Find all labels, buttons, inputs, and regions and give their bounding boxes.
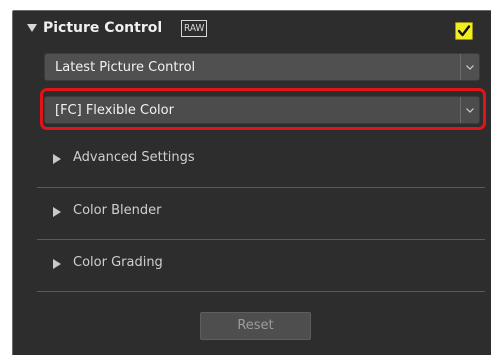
dropdown-selected-value: Latest Picture Control <box>55 60 196 75</box>
section-label: Color Grading <box>73 255 163 270</box>
enable-checkbox[interactable] <box>455 22 473 40</box>
raw-badge: RAW <box>181 20 208 37</box>
chevron-down-icon <box>466 65 474 70</box>
collapse-triangle-icon[interactable] <box>27 24 37 32</box>
highlight-outline <box>40 88 486 130</box>
picture-control-header[interactable]: Picture Control RAW <box>13 11 492 49</box>
divider <box>37 291 485 292</box>
expand-triangle-icon[interactable] <box>53 259 61 269</box>
section-label: Color Blender <box>73 203 162 218</box>
picture-control-panel: Picture Control RAW Latest Picture Contr… <box>12 10 491 355</box>
reset-button[interactable]: Reset <box>200 312 311 340</box>
divider <box>37 187 485 188</box>
checkmark-icon <box>457 25 471 37</box>
picture-control-mode-dropdown[interactable]: Latest Picture Control <box>44 53 480 81</box>
divider <box>37 239 485 240</box>
section-advanced-settings[interactable]: Advanced Settings <box>13 144 492 174</box>
section-color-blender[interactable]: Color Blender <box>13 197 492 227</box>
dropdown-chevron[interactable] <box>460 54 479 80</box>
section-label: Advanced Settings <box>73 150 195 165</box>
section-color-grading[interactable]: Color Grading <box>13 249 492 279</box>
expand-triangle-icon[interactable] <box>53 207 61 217</box>
panel-title: Picture Control <box>43 20 163 36</box>
expand-triangle-icon[interactable] <box>53 154 61 164</box>
